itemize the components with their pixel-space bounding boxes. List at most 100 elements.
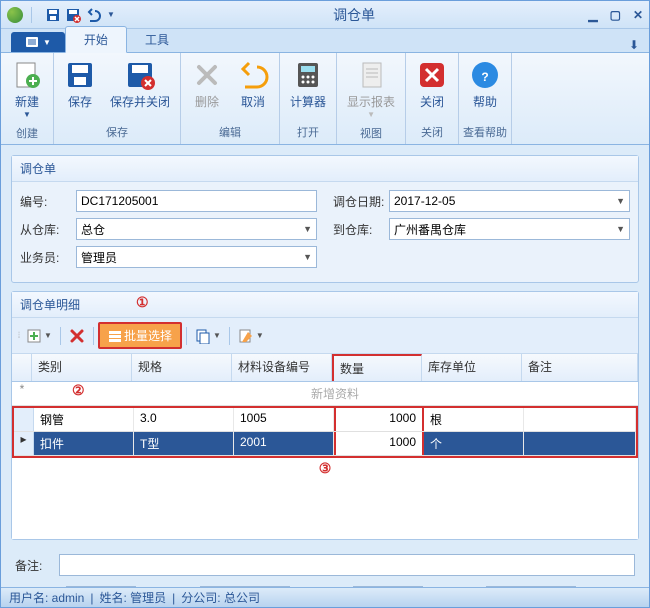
toolbar-chevron-icon[interactable]: ⦙ [18, 330, 20, 341]
copy-icon [195, 328, 211, 344]
edit-row-button[interactable]: ▼ [234, 326, 268, 346]
delete-row-button[interactable] [65, 326, 89, 346]
cell-category[interactable]: 扣件 [34, 432, 134, 455]
table-row[interactable]: 钢管 3.0 1005 1000 根 [14, 408, 636, 432]
create-user-field[interactable]: 管理员 [66, 586, 136, 587]
no-input[interactable]: DC171205001 [76, 190, 317, 212]
qat-dropdown-icon[interactable]: ▼ [102, 6, 120, 24]
copy-row-button[interactable]: ▼ [191, 326, 225, 346]
report-icon [355, 59, 387, 91]
ribbon-group-view: 显示报表 ▼ 视图 [337, 53, 406, 144]
audit-footer: 建立用户:管理员 建立日期:2017-12-05▼ 修改用户:管理员 修改日期:… [11, 582, 639, 587]
file-icon [25, 35, 39, 49]
chevron-down-icon[interactable]: ▼ [616, 196, 625, 206]
cell-note[interactable] [524, 408, 636, 431]
chevron-down-icon[interactable]: ▼ [303, 252, 312, 262]
close-icon [416, 59, 448, 91]
cell-unit[interactable]: 个 [424, 432, 524, 455]
cell-unit[interactable]: 根 [424, 408, 524, 431]
detail-panel: 调仓单明细 ① ⦙ ▼ 批量选择 ▼ ▼ 类别 规格 材料设备编号 数 [11, 291, 639, 540]
mod-date-field[interactable]: 2017-12-05▼ [486, 586, 576, 587]
maximize-button[interactable]: ▢ [610, 8, 621, 22]
delete-icon [69, 328, 85, 344]
cell-code[interactable]: 1005 [234, 408, 334, 431]
status-name: 姓名: 管理员 [99, 589, 166, 606]
col-category[interactable]: 类别 [32, 354, 132, 381]
cell-spec[interactable]: 3.0 [134, 408, 234, 431]
window-title: 调仓单 [120, 5, 588, 25]
calculator-button[interactable]: 计算器 [284, 55, 332, 114]
add-icon [26, 328, 42, 344]
grid-new-row[interactable]: * ② 新增资料 [12, 382, 638, 406]
chevron-down-icon[interactable]: ▼ [616, 224, 625, 234]
statusbar: 用户名: admin | 姓名: 管理员 | 分公司: 总公司 [1, 587, 649, 607]
col-note[interactable]: 备注 [522, 354, 638, 381]
to-label: 到仓库: [333, 221, 389, 238]
annotation-3: ③ [319, 460, 332, 476]
clerk-label: 业务员: [20, 249, 76, 266]
status-user: 用户名: admin [9, 589, 84, 606]
cell-note[interactable] [524, 432, 636, 455]
ribbon-group-create: 新建 ▼ 创建 [1, 53, 54, 144]
col-spec[interactable]: 规格 [132, 354, 232, 381]
from-label: 从仓库: [20, 221, 76, 238]
qat-save-close-icon[interactable] [64, 6, 82, 24]
show-report-button[interactable]: 显示报表 ▼ [341, 55, 401, 123]
ribbon-group-close: 关闭 关闭 [406, 53, 459, 144]
col-unit[interactable]: 库存单位 [422, 354, 522, 381]
col-code[interactable]: 材料设备编号 [232, 354, 332, 381]
save-close-button[interactable]: 保存并关闭 [104, 55, 176, 114]
delete-button[interactable]: 删除 [185, 55, 229, 114]
cell-category[interactable]: 钢管 [34, 408, 134, 431]
ribbon-tabbar: ▼ 开始 工具 ⬇ [1, 29, 649, 53]
undo-icon [237, 59, 269, 91]
tab-start[interactable]: 开始 [65, 26, 127, 53]
close-button[interactable]: ✕ [633, 8, 643, 22]
close-doc-button[interactable]: 关闭 [410, 55, 454, 114]
cell-code[interactable]: 2001 [234, 432, 334, 455]
cell-qty[interactable]: 1000 [334, 432, 424, 455]
cell-qty[interactable]: 1000 [334, 408, 424, 431]
pin-ribbon-icon[interactable]: ⬇ [629, 38, 639, 52]
notes-input[interactable] [59, 554, 635, 576]
qat-separator [31, 7, 32, 23]
date-input[interactable]: 2017-12-05▼ [389, 190, 630, 212]
qat-undo-icon[interactable] [84, 6, 102, 24]
clerk-select[interactable]: 管理员▼ [76, 246, 317, 268]
content-area: 调仓单 编号: DC171205001 调仓日期: 2017-12-05▼ 从仓… [1, 145, 649, 587]
new-button[interactable]: 新建 ▼ [5, 55, 49, 123]
batch-select-button[interactable]: 批量选择 [98, 322, 182, 349]
notes-label: 备注: [15, 557, 59, 574]
help-button[interactable]: ? 帮助 [463, 55, 507, 114]
col-qty[interactable]: 数量 [332, 354, 422, 381]
to-warehouse-select[interactable]: 广州番禺仓库▼ [389, 218, 630, 240]
table-row[interactable]: ▸ 扣件 T型 2001 1000 个 [14, 432, 636, 456]
file-menu-button[interactable]: ▼ [11, 32, 65, 52]
date-label: 调仓日期: [333, 193, 389, 210]
svg-text:?: ? [481, 70, 488, 84]
save-button[interactable]: 保存 [58, 55, 102, 114]
no-label: 编号: [20, 193, 76, 210]
notes-row: 备注: [11, 548, 639, 582]
ribbon-group-save: 保存 保存并关闭 保存 [54, 53, 181, 144]
delete-icon [191, 59, 223, 91]
create-date-field[interactable]: 2017-12-05▼ [200, 586, 290, 587]
cell-spec[interactable]: T型 [134, 432, 234, 455]
mod-user-field[interactable]: 管理员 [353, 586, 423, 587]
grid-indicator-col [12, 354, 32, 381]
window-controls: ▁ ▢ ✕ [588, 8, 643, 22]
minimize-button[interactable]: ▁ [588, 8, 597, 22]
save-icon [64, 59, 96, 91]
add-row-button[interactable]: ▼ [22, 326, 56, 346]
annotation-2: ② [72, 382, 85, 399]
quick-access-toolbar [44, 6, 102, 24]
new-row-placeholder: 新增资料 [311, 387, 359, 401]
qat-save-icon[interactable] [44, 6, 62, 24]
tab-tools[interactable]: 工具 [127, 27, 187, 52]
save-close-icon [124, 59, 156, 91]
from-warehouse-select[interactable]: 总仓▼ [76, 218, 317, 240]
chevron-down-icon[interactable]: ▼ [303, 224, 312, 234]
ribbon-group-help: ? 帮助 查看帮助 [459, 53, 512, 144]
cancel-button[interactable]: 取消 [231, 55, 275, 114]
new-row-indicator-icon: * [12, 382, 32, 405]
